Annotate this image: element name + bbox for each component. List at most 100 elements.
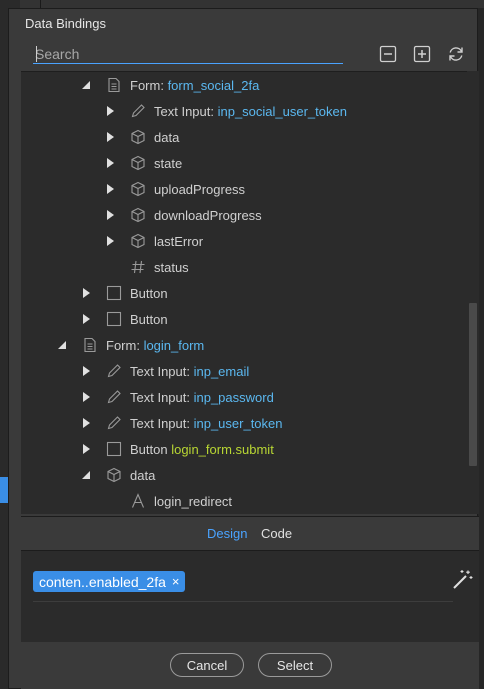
binding-chip-label: conten..enabled_2fa bbox=[39, 573, 166, 590]
tree-item-data[interactable]: data bbox=[21, 124, 461, 150]
tree-item-inp-password[interactable]: Text Input: inp_password bbox=[21, 384, 461, 410]
collapsed-arrow-icon[interactable] bbox=[81, 313, 91, 325]
binding-chip[interactable]: conten..enabled_2fa × bbox=[33, 571, 186, 592]
square-icon bbox=[106, 285, 122, 301]
expand-all-button[interactable] bbox=[411, 43, 433, 65]
select-button[interactable]: Select bbox=[258, 653, 332, 677]
collapsed-arrow-icon[interactable] bbox=[81, 417, 91, 429]
letter-a-icon bbox=[130, 493, 146, 509]
cube-icon bbox=[130, 207, 146, 223]
tree-item-label: Text Input: inp_email bbox=[130, 364, 249, 379]
item-type: Text Input: bbox=[130, 415, 194, 431]
item-name: form_social_2fa bbox=[167, 77, 260, 93]
cancel-button[interactable]: Cancel bbox=[170, 653, 244, 677]
tree-item-label: Text Input: inp_social_user_token bbox=[154, 104, 347, 119]
pencil-icon bbox=[130, 103, 146, 119]
divider bbox=[33, 601, 453, 602]
tabs-bar: Design Code bbox=[21, 516, 479, 550]
item-type: Form: bbox=[130, 77, 168, 93]
tree-item-upload-progress[interactable]: uploadProgress bbox=[21, 176, 461, 202]
binding-expression-area[interactable]: conten..enabled_2fa × bbox=[21, 550, 479, 642]
refresh-button[interactable] bbox=[445, 43, 467, 65]
collapsed-arrow-icon[interactable] bbox=[105, 157, 115, 169]
magic-wand-icon bbox=[453, 570, 473, 589]
pencil-icon bbox=[106, 389, 122, 405]
item-name: inp_social_user_token bbox=[217, 103, 347, 119]
tree-item-label: downloadProgress bbox=[154, 207, 262, 223]
tree-item-label: Button bbox=[130, 285, 168, 301]
tree-item-last-error[interactable]: lastError bbox=[21, 228, 461, 254]
tree-item-label: login_redirect bbox=[154, 493, 233, 509]
pencil-icon bbox=[106, 363, 122, 379]
expanded-arrow-icon[interactable] bbox=[81, 469, 91, 481]
collapsed-arrow-icon[interactable] bbox=[105, 105, 115, 117]
collapsed-arrow-icon[interactable] bbox=[105, 235, 115, 247]
cube-icon bbox=[130, 181, 146, 197]
refresh-icon bbox=[449, 47, 463, 61]
collapsed-arrow-icon[interactable] bbox=[81, 443, 91, 455]
square-icon bbox=[106, 441, 122, 457]
tree-item-label: Text Input: inp_user_token bbox=[130, 416, 283, 431]
pencil-icon bbox=[106, 415, 122, 431]
tree-item-data[interactable]: data bbox=[21, 462, 461, 488]
item-type: Form: bbox=[106, 337, 144, 353]
dialog-footer: Cancel Select bbox=[21, 642, 479, 689]
tree-scrollbar[interactable] bbox=[467, 71, 479, 514]
top-bar bbox=[0, 0, 484, 8]
tree-item-button[interactable]: Button bbox=[21, 280, 461, 306]
expanded-arrow-icon[interactable] bbox=[81, 79, 91, 91]
collapsed-arrow-icon[interactable] bbox=[105, 131, 115, 143]
cube-icon bbox=[106, 467, 122, 483]
cube-icon bbox=[130, 233, 146, 249]
search-row bbox=[33, 44, 343, 64]
tab-design[interactable]: Design bbox=[207, 526, 247, 541]
search-input[interactable] bbox=[33, 44, 343, 64]
magic-wand-button[interactable] bbox=[451, 569, 473, 591]
item-type: Button bbox=[130, 441, 172, 457]
collapse-all-icon bbox=[379, 45, 397, 63]
app-background: Data Bindings Form: form_social_2fa Text… bbox=[0, 0, 484, 689]
tree-item-login-redirect[interactable]: login_redirect bbox=[21, 488, 461, 514]
collapsed-arrow-icon[interactable] bbox=[105, 209, 115, 221]
collapse-all-button[interactable] bbox=[377, 43, 399, 65]
chip-remove-icon[interactable]: × bbox=[172, 574, 180, 589]
document-icon bbox=[82, 337, 98, 353]
tree-item-form-social-2fa[interactable]: Form: form_social_2fa bbox=[21, 72, 461, 98]
tree-item-label: state bbox=[154, 155, 183, 171]
tree-item-inp-social-user-token[interactable]: Text Input: inp_social_user_token bbox=[21, 98, 461, 124]
collapsed-arrow-icon[interactable] bbox=[81, 287, 91, 299]
tree-item-label: data bbox=[130, 467, 156, 483]
document-icon bbox=[106, 77, 122, 93]
collapsed-arrow-icon[interactable] bbox=[105, 183, 115, 195]
cube-icon bbox=[130, 129, 146, 145]
item-type: Text Input: bbox=[154, 103, 218, 119]
dialog-title: Data Bindings bbox=[25, 16, 106, 31]
tree-item-status[interactable]: status bbox=[21, 254, 461, 280]
text-caret bbox=[36, 46, 37, 62]
binding-tree: Form: form_social_2fa Text Input: inp_so… bbox=[21, 71, 467, 514]
tree-item-state[interactable]: state bbox=[21, 150, 461, 176]
tree-item-login-form-submit[interactable]: Button login_form.submit bbox=[21, 436, 461, 462]
tree-item-download-progress[interactable]: downloadProgress bbox=[21, 202, 461, 228]
tree-item-inp-user-token[interactable]: Text Input: inp_user_token bbox=[21, 410, 461, 436]
hash-icon bbox=[130, 259, 146, 275]
item-name: inp_email bbox=[193, 363, 250, 379]
tree-item-label: data bbox=[154, 129, 180, 145]
tree-item-label: status bbox=[154, 259, 189, 275]
expanded-arrow-icon[interactable] bbox=[57, 339, 67, 351]
tree-item-inp-email[interactable]: Text Input: inp_email bbox=[21, 358, 461, 384]
tab-code[interactable]: Code bbox=[261, 526, 292, 541]
item-type: Text Input: bbox=[130, 389, 194, 405]
tree-item-label: Form: login_form bbox=[106, 338, 204, 353]
expand-all-icon bbox=[413, 45, 431, 63]
item-name: inp_password bbox=[193, 389, 274, 405]
data-bindings-dialog: Data Bindings Form: form_social_2fa Text… bbox=[8, 8, 479, 689]
collapsed-arrow-icon[interactable] bbox=[81, 391, 91, 403]
cube-icon bbox=[130, 155, 146, 171]
item-type: Text Input: bbox=[130, 363, 194, 379]
tree-item-label: Text Input: inp_password bbox=[130, 390, 274, 405]
scrollbar-thumb[interactable] bbox=[469, 303, 477, 466]
collapsed-arrow-icon[interactable] bbox=[81, 365, 91, 377]
tree-item-login-form[interactable]: Form: login_form bbox=[21, 332, 461, 358]
tree-item-button[interactable]: Button bbox=[21, 306, 461, 332]
